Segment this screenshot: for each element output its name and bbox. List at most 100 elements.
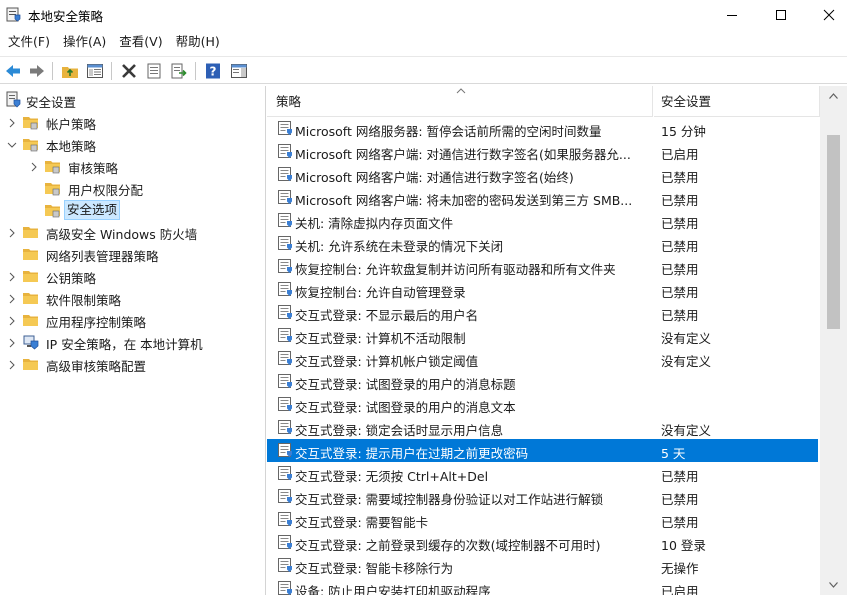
menu-view[interactable]: 查看(V) [113, 30, 168, 54]
up-folder-icon [61, 66, 78, 78]
show-action-pane-button[interactable] [228, 60, 249, 81]
tree-item-label: 安全设置 [26, 95, 77, 110]
tree-item-public-key-policies[interactable]: 公钥策略 [0, 265, 265, 287]
policy-row[interactable]: 交互式登录: 计算机不活动限制 没有定义 [267, 324, 818, 347]
policy-row[interactable]: 交互式登录: 试图登录的用户的消息文本 [267, 393, 818, 416]
tree-item-advanced-audit[interactable]: 高级审核策略配置 [0, 353, 265, 375]
minimize-icon [727, 15, 737, 16]
policy-row[interactable]: 交互式登录: 需要智能卡 已禁用 [267, 508, 818, 531]
policy-row[interactable]: 交互式登录: 计算机帐户锁定阈值 没有定义 [267, 347, 818, 370]
maximize-button[interactable] [758, 0, 804, 30]
forward-button[interactable] [26, 60, 47, 81]
policy-row[interactable]: 交互式登录: 无须按 Ctrl+Alt+Del 已禁用 [267, 462, 818, 485]
tree-item-security-options[interactable]: 安全选项 [0, 199, 265, 221]
policy-name: 关机: 清除虚拟内存页面文件 [295, 216, 454, 231]
policy-value: 已禁用 [661, 515, 699, 530]
scroll-up-button[interactable] [820, 86, 847, 106]
policy-row[interactable]: 恢复控制台: 允许软盘复制并访问所有驱动器和所有文件夹 已禁用 [267, 255, 818, 278]
chevron-right-icon[interactable] [7, 293, 17, 304]
folder-icon [22, 135, 40, 153]
menu-file[interactable]: 文件(F) [2, 30, 56, 54]
tree-item-application-control[interactable]: 应用程序控制策略 [0, 309, 265, 331]
chevron-down-icon[interactable] [7, 139, 17, 149]
ip-security-icon [22, 333, 40, 351]
policy-name: 交互式登录: 试图登录的用户的消息文本 [295, 400, 516, 415]
chevron-right-icon[interactable] [7, 337, 17, 348]
column-header-policy[interactable]: 策略 [267, 86, 653, 117]
tree-item-user-rights-assignment[interactable]: 用户权限分配 [0, 177, 265, 199]
policy-row[interactable]: 交互式登录: 智能卡移除行为 无操作 [267, 554, 818, 577]
policy-setting-icon [277, 235, 293, 251]
policy-name: 交互式登录: 需要智能卡 [295, 515, 429, 530]
tree-item-ip-security[interactable]: IP 安全策略，在 本地计算机 [0, 331, 265, 353]
close-button[interactable] [806, 0, 847, 30]
folder-icon [44, 201, 62, 219]
policy-row[interactable]: 关机: 清除虚拟内存页面文件 已禁用 [267, 209, 818, 232]
scrollbar-thumb[interactable] [827, 135, 840, 329]
policy-row[interactable]: 关机: 允许系统在未登录的情况下关闭 已禁用 [267, 232, 818, 255]
tree-item-account-policies[interactable]: 帐户策略 [0, 111, 265, 133]
maximize-icon [776, 10, 786, 20]
chevron-right-icon[interactable] [7, 271, 17, 282]
up-folder-button[interactable] [59, 60, 80, 81]
folder-icon [22, 267, 40, 285]
policy-name: 交互式登录: 计算机不活动限制 [295, 331, 466, 346]
chevron-right-icon[interactable] [7, 359, 17, 370]
tree-item-local-policies[interactable]: 本地策略 [0, 133, 265, 155]
policy-name: Microsoft 网络客户端: 对通信进行数字签名(始终) [295, 170, 574, 185]
tree-item-windows-firewall[interactable]: 高级安全 Windows 防火墙 [0, 221, 265, 243]
policy-row[interactable]: 恢复控制台: 允许自动管理登录 已禁用 [267, 278, 818, 301]
policy-setting-icon [277, 304, 293, 320]
tree-item-label: 高级安全 Windows 防火墙 [46, 227, 198, 242]
policy-row[interactable]: Microsoft 网络客户端: 对通信进行数字签名(始终) 已禁用 [267, 163, 818, 186]
policy-row[interactable]: Microsoft 网络客户端: 对通信进行数字签名(如果服务器允... 已启用 [267, 140, 818, 163]
policy-value: 没有定义 [661, 331, 712, 346]
folder-icon [44, 157, 62, 175]
window-title: 本地安全策略 [28, 9, 104, 24]
menu-bar: 文件(F) 操作(A) 查看(V) 帮助(H) [0, 30, 847, 54]
policy-row[interactable]: Microsoft 网络客户端: 将未加密的密码发送到第三方 SMB... 已禁用 [267, 186, 818, 209]
policy-setting-icon [277, 350, 293, 366]
help-button[interactable]: ? [202, 60, 223, 81]
policy-row[interactable]: 交互式登录: 试图登录的用户的消息标题 [267, 370, 818, 393]
chevron-right-icon[interactable] [29, 161, 39, 172]
tree-item-software-restriction[interactable]: 软件限制策略 [0, 287, 265, 309]
scroll-down-button[interactable] [820, 575, 847, 595]
policy-value: 10 登录 [661, 538, 706, 553]
chevron-right-icon[interactable] [7, 227, 17, 238]
tree-item-audit-policy[interactable]: 审核策略 [0, 155, 265, 177]
folder-icon [22, 355, 40, 373]
policy-row[interactable]: 交互式登录: 之前登录到缓存的次数(域控制器不可用时) 10 登录 [267, 531, 818, 554]
folder-icon [22, 289, 40, 307]
tree-item-security-settings[interactable]: 安全设置 [0, 89, 265, 111]
policy-setting-icon [277, 143, 293, 159]
show-hide-tree-button[interactable] [84, 60, 105, 81]
policy-name: Microsoft 网络客户端: 对通信进行数字签名(如果服务器允... [295, 147, 631, 162]
chevron-right-icon[interactable] [7, 117, 17, 128]
minimize-button[interactable] [709, 0, 755, 30]
tree-item-label: IP 安全策略，在 本地计算机 [46, 337, 203, 352]
policy-row[interactable]: Microsoft 网络服务器: 暂停会话前所需的空闲时间数量 15 分钟 [267, 117, 818, 140]
policy-row[interactable]: 设备: 防止用户安装打印机驱动程序 已启用 [267, 577, 818, 595]
tree-item-network-list-manager[interactable]: 网络列表管理器策略 [0, 243, 265, 265]
chevron-right-icon[interactable] [7, 315, 17, 326]
policy-value: 已启用 [661, 147, 699, 162]
properties-button[interactable] [143, 60, 164, 81]
folder-icon [22, 223, 40, 241]
export-list-button[interactable] [168, 60, 189, 81]
forward-icon [29, 64, 44, 77]
tree-item-label: 用户权限分配 [68, 183, 144, 198]
policy-row[interactable]: 交互式登录: 需要域控制器身份验证以对工作站进行解锁 已禁用 [267, 485, 818, 508]
policy-row[interactable]: 交互式登录: 提示用户在过期之前更改密码 5 天 [267, 439, 818, 462]
back-button[interactable] [2, 60, 23, 81]
policy-row[interactable]: 交互式登录: 不显示最后的用户名 已禁用 [267, 301, 818, 324]
policy-name: 恢复控制台: 允许软盘复制并访问所有驱动器和所有文件夹 [295, 262, 616, 277]
menu-action[interactable]: 操作(A) [57, 30, 112, 54]
delete-button[interactable] [118, 60, 139, 81]
menu-help[interactable]: 帮助(H) [170, 30, 226, 54]
column-header-security-setting[interactable]: 安全设置 [654, 86, 820, 117]
policy-row[interactable]: 交互式登录: 锁定会话时显示用户信息 没有定义 [267, 416, 818, 439]
column-header-label: 安全设置 [661, 94, 712, 109]
policy-setting-icon [277, 465, 293, 481]
vertical-scrollbar[interactable] [820, 86, 847, 595]
